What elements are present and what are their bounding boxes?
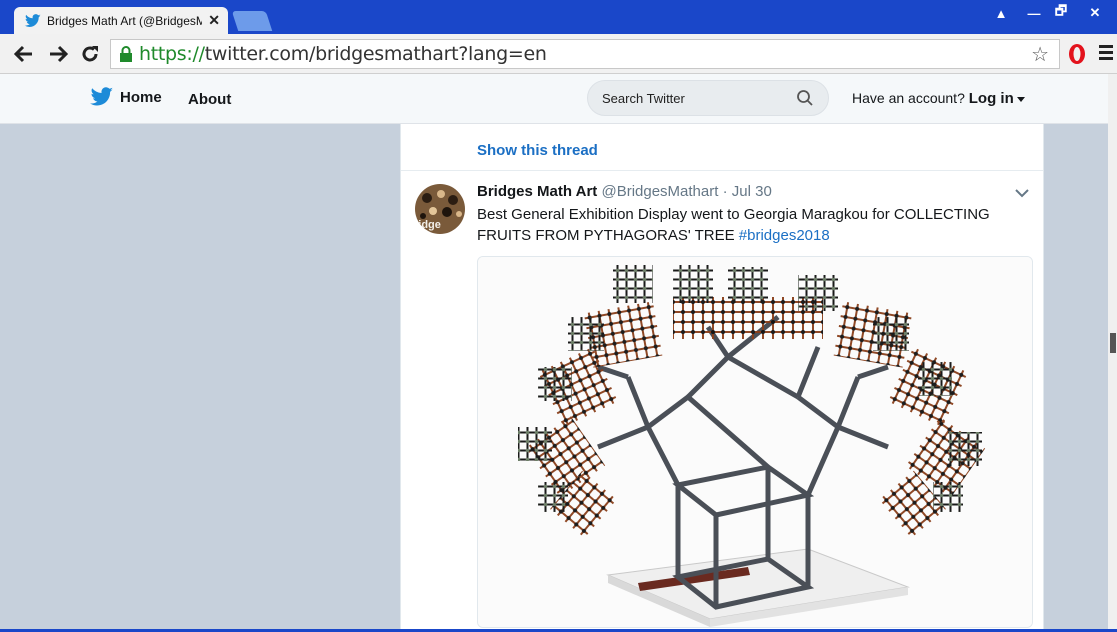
reload-button[interactable] bbox=[78, 42, 102, 66]
url-text: twitter.com/bridgesmathart?lang=en bbox=[204, 43, 547, 65]
home-link[interactable]: Home bbox=[90, 87, 162, 107]
back-arrow-icon bbox=[14, 45, 32, 63]
search-box[interactable]: Search Twitter bbox=[587, 80, 829, 116]
login-area: Have an account? Log in bbox=[852, 90, 1025, 107]
tweet-date[interactable]: Jul 30 bbox=[732, 183, 772, 200]
tweet-media[interactable] bbox=[477, 256, 1033, 628]
page-scrollbar[interactable] bbox=[1108, 74, 1117, 632]
login-link[interactable]: Log in bbox=[969, 90, 1014, 107]
sculpture-photo bbox=[478, 257, 1032, 627]
close-window-button[interactable]: ✕ bbox=[1080, 2, 1110, 24]
browser-menu-button[interactable] bbox=[1099, 45, 1113, 63]
bookmark-star-icon[interactable]: ☆ bbox=[1031, 42, 1049, 67]
tab-close-icon[interactable]: ✕ bbox=[208, 12, 220, 29]
forward-arrow-icon bbox=[50, 45, 68, 63]
scrollbar-thumb[interactable] bbox=[1110, 333, 1116, 353]
minimize-button[interactable]: — bbox=[1019, 2, 1049, 24]
tweet-header: Bridges Math Art @BridgesMathart · Jul 3… bbox=[477, 183, 772, 200]
caret-down-icon[interactable] bbox=[1016, 96, 1025, 102]
avatar-text: ridge bbox=[415, 219, 441, 231]
chevron-down-icon[interactable] bbox=[1013, 186, 1031, 200]
profile-icon[interactable]: ▲ bbox=[986, 2, 1016, 24]
tweet-author-name[interactable]: Bridges Math Art bbox=[477, 183, 597, 200]
twitter-bird-icon bbox=[24, 13, 41, 27]
url-scheme: https:// bbox=[139, 43, 205, 65]
timeline: Show this thread ridge Bridges Math Art … bbox=[400, 124, 1044, 632]
twitter-bird-icon bbox=[90, 87, 113, 106]
tweet-separator: · bbox=[718, 183, 732, 200]
hashtag-link[interactable]: #bridges2018 bbox=[739, 227, 830, 244]
tweet-body: Best General Exhibition Display went to … bbox=[477, 206, 990, 244]
twitter-navbar: Home About Search Twitter Have an accoun… bbox=[0, 74, 1108, 124]
tweet-text: Best General Exhibition Display went to … bbox=[477, 204, 1017, 246]
about-link[interactable]: About bbox=[188, 91, 231, 108]
reload-icon bbox=[82, 46, 98, 62]
opera-icon[interactable] bbox=[1067, 42, 1087, 66]
lock-icon bbox=[120, 46, 132, 62]
tweet-divider bbox=[401, 170, 1043, 180]
restore-button[interactable]: 🗗 bbox=[1046, 2, 1076, 24]
home-label: Home bbox=[120, 88, 162, 106]
forward-button[interactable] bbox=[46, 42, 70, 66]
browser-titlebar: Bridges Math Art (@BridgesM ✕ ▲ — 🗗 ✕ bbox=[0, 0, 1117, 34]
search-input[interactable]: Search Twitter bbox=[602, 91, 796, 106]
account-prompt: Have an account? bbox=[852, 90, 965, 106]
search-icon[interactable] bbox=[796, 89, 814, 107]
browser-toolbar: https://twitter.com/bridgesmathart?lang=… bbox=[0, 34, 1117, 74]
browser-tab[interactable]: Bridges Math Art (@BridgesM ✕ bbox=[14, 7, 228, 34]
new-tab-button[interactable] bbox=[231, 11, 273, 31]
back-button[interactable] bbox=[12, 42, 36, 66]
avatar[interactable]: ridge bbox=[415, 184, 465, 234]
show-thread-link[interactable]: Show this thread bbox=[477, 142, 598, 159]
tab-title: Bridges Math Art (@BridgesM bbox=[47, 13, 203, 28]
tweet-handle[interactable]: @BridgesMathart bbox=[601, 183, 718, 200]
address-bar[interactable]: https://twitter.com/bridgesmathart?lang=… bbox=[110, 39, 1060, 69]
